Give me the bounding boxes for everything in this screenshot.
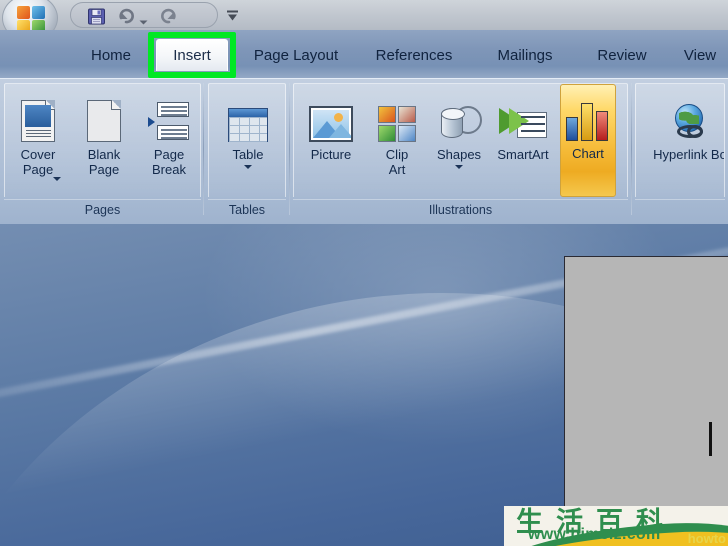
clip-art-icon — [378, 92, 416, 142]
cover-page-button[interactable]: Cover Page — [7, 86, 69, 196]
chart-button[interactable]: Chart — [560, 84, 616, 197]
page-break-label: Page Break — [152, 147, 186, 177]
orb-square-blue — [32, 6, 45, 19]
blank-page-button[interactable]: Blank Page — [73, 86, 135, 196]
shapes-chevron-down-icon[interactable] — [455, 165, 463, 169]
orb-square-orange — [17, 6, 30, 19]
hyperlink-icon — [671, 92, 709, 142]
group-separator — [203, 83, 204, 215]
picture-button[interactable]: Picture — [300, 86, 362, 196]
tab-mailings[interactable]: Mailings — [482, 40, 568, 70]
text-cursor — [709, 422, 712, 456]
smartart-label: SmartArt — [497, 147, 549, 162]
cover-page-icon — [21, 92, 55, 142]
watermark: 生活百科 www.bimeiz.com howto — [504, 506, 728, 546]
watermark-url: www.bimeiz.com — [528, 526, 661, 543]
ribbon-group-pages: Cover Page Blank Page Page Break Pages — [4, 83, 201, 219]
table-label: Table — [232, 147, 264, 162]
ribbon-group-tables: Table Tables — [208, 83, 286, 219]
chart-label: Chart — [572, 146, 604, 161]
cover-page-chevron-down-icon[interactable] — [53, 177, 61, 181]
word-window: Home Insert Page Layout References Maili… — [0, 0, 728, 224]
clip-art-button[interactable]: Clip Art — [366, 86, 428, 196]
redo-icon[interactable] — [159, 7, 178, 26]
smartart-button[interactable]: SmartArt — [492, 86, 554, 196]
tab-insert[interactable]: Insert — [156, 39, 228, 71]
tab-review[interactable]: Review — [586, 40, 658, 70]
customize-quick-access-icon[interactable] — [226, 9, 239, 21]
ribbon-group-label-pages: Pages — [4, 199, 201, 219]
blank-page-icon — [87, 92, 121, 142]
quick-access-toolbar — [70, 2, 218, 28]
ribbon-group-label-links — [635, 199, 725, 219]
page-break-button[interactable]: Page Break — [138, 86, 200, 196]
picture-label: Picture — [310, 147, 352, 162]
ribbon-group-tables-body: Table — [208, 83, 286, 197]
watermark-corner-text: howto — [687, 531, 726, 546]
table-chevron-down-icon[interactable] — [244, 165, 252, 169]
tab-page-layout[interactable]: Page Layout — [240, 40, 352, 70]
tab-view[interactable]: View — [676, 40, 724, 70]
page-break-icon — [148, 92, 190, 142]
picture-icon — [309, 92, 353, 142]
ribbon-tab-strip: Home Insert Page Layout References Maili… — [0, 30, 728, 78]
hyperlink-label: Hyperlink Bo — [653, 147, 725, 162]
tab-references[interactable]: References — [366, 40, 462, 70]
ribbon-group-label-illustrations: Illustrations — [293, 199, 628, 219]
smartart-icon — [499, 92, 547, 142]
group-separator — [289, 83, 290, 215]
table-button[interactable]: Table — [217, 86, 279, 196]
save-icon[interactable] — [87, 7, 106, 26]
ribbon: Cover Page Blank Page Page Break Pages T… — [0, 78, 728, 224]
tab-home[interactable]: Home — [80, 40, 142, 70]
shapes-label: Shapes — [436, 147, 482, 162]
document-page[interactable] — [564, 256, 728, 510]
ribbon-group-label-tables: Tables — [208, 199, 286, 219]
undo-icon[interactable] — [117, 7, 136, 26]
undo-chevron-down-icon[interactable] — [139, 13, 148, 25]
ribbon-group-illustrations-body: Picture Clip Art Shapes SmartArt Chart — [293, 83, 628, 197]
ribbon-group-illustrations: Picture Clip Art Shapes SmartArt Chart I… — [293, 83, 628, 219]
hyperlink-button[interactable]: Hyperlink Bo — [640, 86, 725, 196]
shapes-icon — [436, 92, 482, 142]
shapes-button[interactable]: Shapes — [428, 86, 490, 196]
title-bar — [0, 0, 728, 42]
table-icon — [228, 92, 268, 142]
ribbon-group-pages-body: Cover Page Blank Page Page Break — [4, 83, 201, 197]
blank-page-label: Blank Page — [87, 147, 121, 177]
clip-art-label: Clip Art — [385, 147, 409, 177]
chart-icon — [565, 91, 611, 141]
ribbon-group-links-body: Hyperlink Bo — [635, 83, 725, 197]
group-separator — [631, 83, 632, 215]
ribbon-group-links: Hyperlink Bo — [635, 83, 725, 219]
cover-page-label: Cover Page — [20, 147, 56, 177]
